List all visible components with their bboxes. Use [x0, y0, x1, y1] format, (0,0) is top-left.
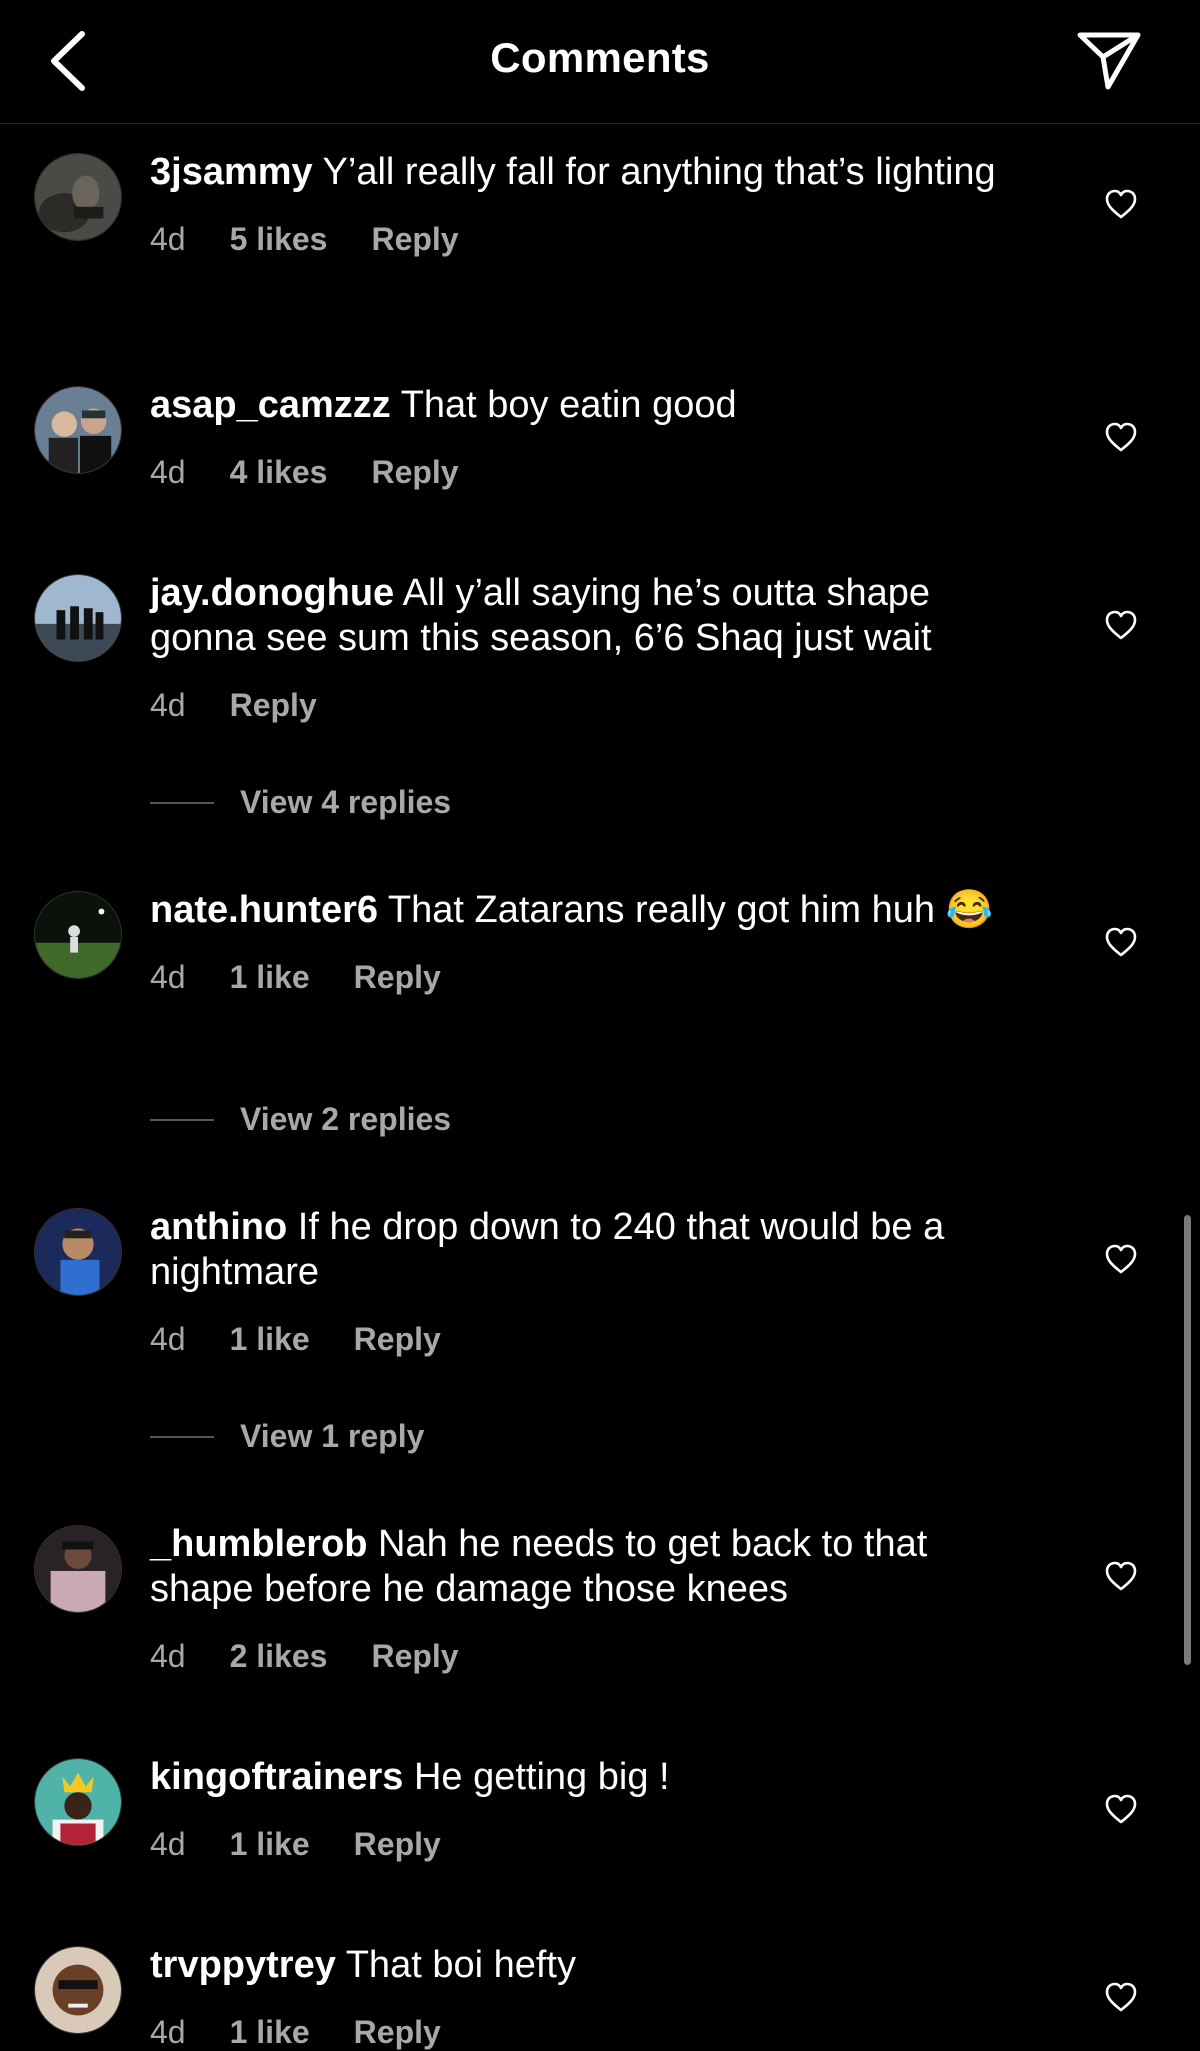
- comment-meta: 4d 4 likes Reply: [150, 454, 1030, 491]
- view-replies-label: View 4 replies: [240, 784, 452, 820]
- comment-time: 4d: [150, 1638, 186, 1674]
- page-title: Comments: [490, 34, 710, 81]
- comment-time: 4d: [150, 221, 186, 257]
- heart-icon[interactable]: [1104, 1560, 1138, 1592]
- comment-username[interactable]: kingoftrainers: [150, 1756, 403, 1798]
- reply-button[interactable]: Reply: [354, 959, 441, 996]
- view-replies-label: View 2 replies: [240, 1101, 452, 1137]
- avatar[interactable]: [34, 891, 122, 979]
- reply-button[interactable]: Reply: [371, 454, 458, 491]
- paper-plane-icon: [1077, 32, 1141, 90]
- comment-likes[interactable]: 5 likes: [230, 221, 328, 258]
- comment-text: kingoftrainers He getting big !: [150, 1755, 1030, 1800]
- avatar[interactable]: [34, 1946, 122, 2034]
- view-replies-button[interactable]: View 4 replies: [150, 784, 451, 821]
- comment-body: He getting big !: [413, 1756, 670, 1798]
- avatar[interactable]: [34, 1758, 122, 1846]
- view-replies-button[interactable]: View 2 replies: [150, 1101, 451, 1138]
- comment-body: That boi hefty: [345, 1944, 576, 1986]
- comment-text: 3jsammy Y’all really fall for anything t…: [150, 150, 1030, 195]
- header-bar: Comments: [0, 0, 1200, 124]
- heart-icon[interactable]: [1104, 188, 1138, 220]
- comment-time: 4d: [150, 454, 186, 490]
- heart-icon[interactable]: [1104, 1793, 1138, 1825]
- reply-button[interactable]: Reply: [230, 687, 317, 724]
- view-replies-button[interactable]: View 1 reply: [150, 1418, 424, 1455]
- comment-text: anthino If he drop down to 240 that woul…: [150, 1205, 1030, 1295]
- comment-body: That Zatarans really got him huh 😂: [387, 889, 993, 931]
- comment-likes[interactable]: 2 likes: [230, 1638, 328, 1675]
- comment-text: jay.donoghue All y’all saying he’s outta…: [150, 571, 1030, 661]
- comment-time: 4d: [150, 687, 186, 723]
- comment-meta: 4d 1 like Reply: [150, 2014, 1030, 2051]
- comment-time: 4d: [150, 1826, 186, 1862]
- comment-likes[interactable]: 1 like: [230, 1826, 310, 1863]
- comment-body: Y’all really fall for anything that’s li…: [322, 151, 996, 193]
- thread-line: [150, 801, 214, 804]
- reply-button[interactable]: Reply: [354, 1321, 441, 1358]
- comment-username[interactable]: _humblerob: [150, 1523, 367, 1565]
- avatar[interactable]: [34, 153, 122, 241]
- reply-button[interactable]: Reply: [354, 2014, 441, 2051]
- comment-text: _humblerob Nah he needs to get back to t…: [150, 1522, 1030, 1612]
- comment-meta: 4d 1 like Reply: [150, 1321, 1030, 1358]
- comment-meta: 4d 1 like Reply: [150, 959, 1030, 996]
- thread-line: [150, 1118, 214, 1121]
- comment-time: 4d: [150, 959, 186, 995]
- avatar[interactable]: [34, 1525, 122, 1613]
- view-replies-label: View 1 reply: [240, 1418, 425, 1454]
- thread-line: [150, 1435, 214, 1438]
- comment-text: nate.hunter6 That Zatarans really got hi…: [150, 888, 1030, 933]
- reply-button[interactable]: Reply: [371, 1638, 458, 1675]
- comment-meta: 4d 1 like Reply: [150, 1826, 1030, 1863]
- comment-username[interactable]: nate.hunter6: [150, 889, 378, 931]
- comment-username[interactable]: 3jsammy: [150, 151, 313, 193]
- comment-username[interactable]: anthino: [150, 1206, 287, 1248]
- comment-meta: 4d 5 likes Reply: [150, 221, 1030, 258]
- avatar[interactable]: [34, 1208, 122, 1296]
- comment-likes[interactable]: 1 like: [230, 959, 310, 996]
- comment-likes[interactable]: 1 like: [230, 1321, 310, 1358]
- heart-icon[interactable]: [1104, 1243, 1138, 1275]
- reply-button[interactable]: Reply: [354, 1826, 441, 1863]
- comment-time: 4d: [150, 2014, 186, 2050]
- heart-icon[interactable]: [1104, 609, 1138, 641]
- avatar[interactable]: [34, 386, 122, 474]
- comment-username[interactable]: jay.donoghue: [150, 572, 394, 614]
- heart-icon[interactable]: [1104, 421, 1138, 453]
- comment-likes[interactable]: 4 likes: [230, 454, 328, 491]
- share-button[interactable]: [1076, 30, 1142, 92]
- comment-body: That boy eatin good: [400, 384, 737, 426]
- reply-button[interactable]: Reply: [371, 221, 458, 258]
- comment-username[interactable]: trvppytrey: [150, 1944, 336, 1986]
- comment-text: trvppytrey That boi hefty: [150, 1943, 1030, 1988]
- comment-text: asap_camzzz That boy eatin good: [150, 383, 1030, 428]
- comment-username[interactable]: asap_camzzz: [150, 384, 391, 426]
- comment-likes[interactable]: 1 like: [230, 2014, 310, 2051]
- comment-meta: 4d 2 likes Reply: [150, 1638, 1030, 1675]
- avatar[interactable]: [34, 574, 122, 662]
- heart-icon[interactable]: [1104, 926, 1138, 958]
- scrollbar[interactable]: [1184, 1215, 1191, 1665]
- comment-meta: 4d Reply: [150, 687, 1030, 724]
- comment-time: 4d: [150, 1321, 186, 1357]
- heart-icon[interactable]: [1104, 1981, 1138, 2013]
